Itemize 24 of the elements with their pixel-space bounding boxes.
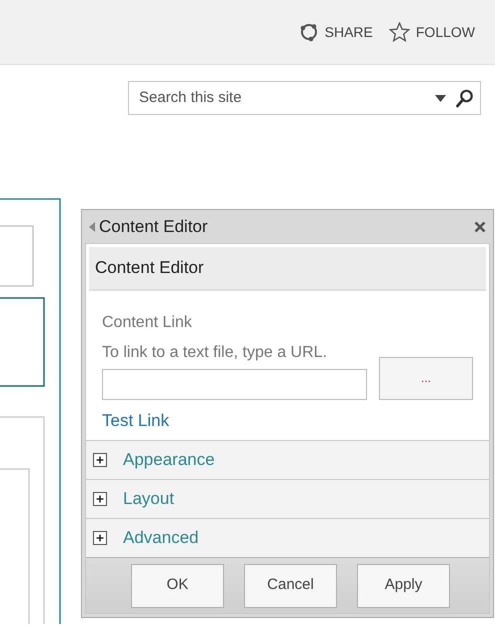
group-header[interactable]: Appearance [123,447,215,473]
dialog-button[interactable]: Cancel [244,564,337,608]
dialog-button[interactable]: Apply [357,564,450,608]
share-button[interactable]: SHARE [298,22,373,42]
expand-icon[interactable] [93,453,107,467]
follow-button[interactable]: FOLLOW [388,22,475,42]
search-icon[interactable] [456,88,474,108]
dialog-button[interactable]: OK [131,564,224,608]
field-label: Content Link [102,312,193,332]
group-header[interactable]: Advanced [123,525,199,551]
pane-title: Content Editor [99,216,209,238]
star-icon [388,22,410,42]
expand-icon[interactable] [93,492,107,506]
close-icon[interactable] [474,220,486,232]
dropdown-caret-icon[interactable] [435,94,446,102]
search-box[interactable]: Search this site [128,81,481,115]
browse-button[interactable]: ... [379,356,473,400]
section-title: Content Editor [89,247,486,290]
field-hint: To link to a text file, type a URL. [102,342,328,362]
url-input-field[interactable] [102,368,367,400]
test-link[interactable]: Test Link [102,408,170,433]
group-header[interactable]: Layout [123,486,174,512]
share-icon [298,22,319,42]
expand-icon[interactable] [93,531,107,545]
